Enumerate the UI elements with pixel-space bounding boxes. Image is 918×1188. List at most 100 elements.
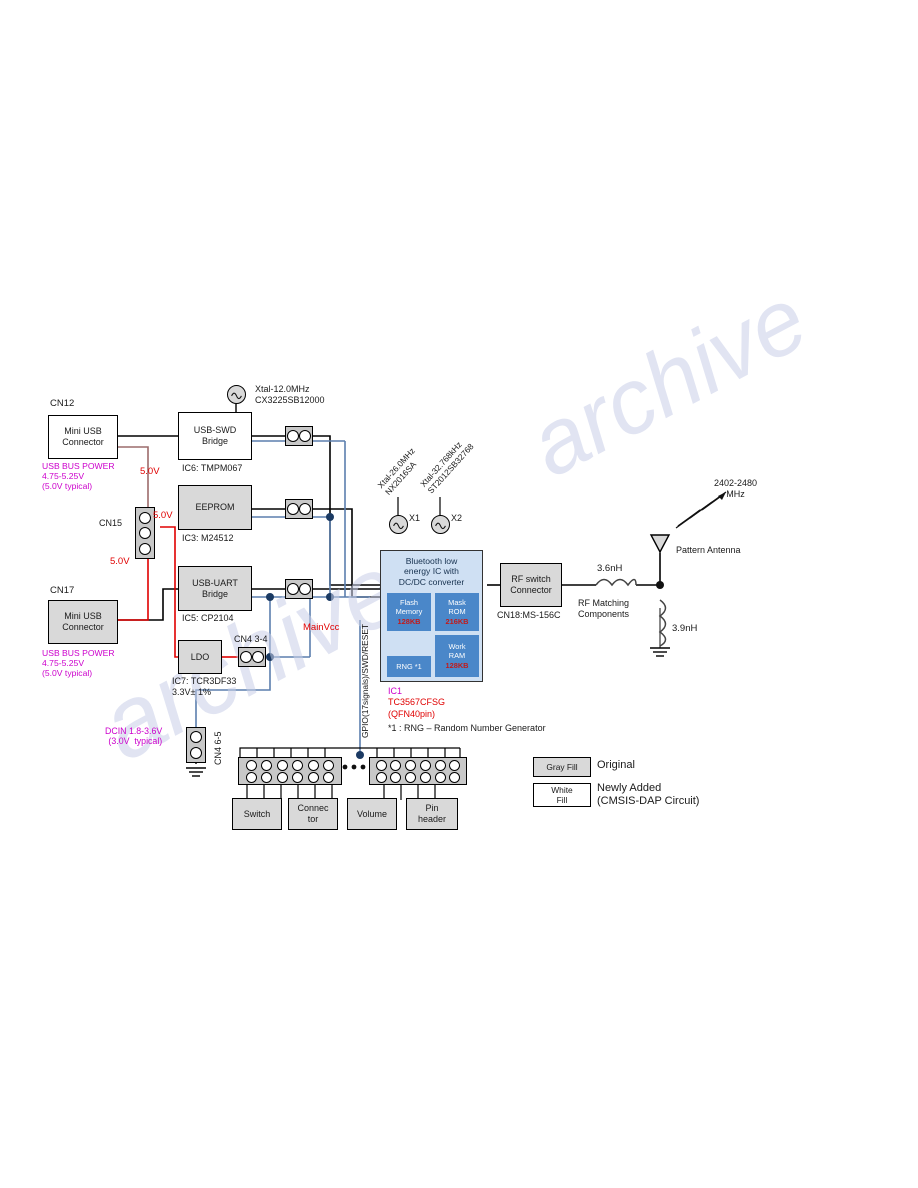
inductor-shunt-label: 3.9nH (672, 623, 698, 634)
array-pin[interactable] (434, 771, 446, 783)
array-pin[interactable] (307, 759, 319, 771)
jumper-pin[interactable] (239, 651, 252, 663)
rf-switch-connector-ref: CN18:MS-156C (497, 610, 561, 620)
array-pin[interactable] (449, 771, 461, 783)
array-pin[interactable] (261, 759, 273, 771)
pattern-antenna-label: Pattern Antenna (676, 545, 741, 555)
array-pin[interactable] (323, 759, 335, 771)
cn17-connector-box[interactable]: Mini USB Connector (48, 600, 118, 644)
array-pin[interactable] (323, 771, 335, 783)
usb-swd-bridge-box[interactable]: USB-SWD Bridge (178, 412, 252, 460)
jumper-cn4-3-4[interactable] (238, 647, 266, 667)
cn15-label: CN15 (99, 518, 123, 528)
cn4-6-5-label: CN4 6-5 (213, 731, 223, 765)
work-ram-name: Work RAM (448, 642, 466, 661)
rf-switch-connector-box[interactable]: RF switch Connector (500, 563, 562, 607)
array-pin[interactable] (276, 771, 288, 783)
flash-memory-name: Flash Memory (395, 598, 423, 617)
net-5v-a: 5.0V (140, 466, 160, 477)
net-5v-b: 5.0V (153, 510, 173, 521)
cn17-label: CN17 (50, 585, 75, 596)
jumper-cn15[interactable] (135, 507, 155, 559)
xtal-12mhz-label: Xtal-12.0MHz CX3225SB12000 (255, 384, 325, 405)
xtal-12mhz-symbol (227, 385, 246, 404)
array-pin[interactable] (434, 759, 446, 771)
jumper-pin[interactable] (299, 430, 312, 442)
jumper-swd[interactable] (285, 426, 313, 446)
cn17-power-note: USB BUS POWER 4.75-5.25V (5.0V typical) (42, 648, 115, 679)
xtal-x2-ref: X2 (451, 513, 463, 523)
legend-white-swatch: White Fill (533, 783, 591, 807)
peripheral-pin-header-box[interactable]: Pin header (406, 798, 458, 830)
peripheral-connector-box[interactable]: Connec tor (288, 798, 338, 830)
array-pin[interactable] (292, 759, 304, 771)
jumper-uart[interactable] (285, 579, 313, 599)
rng-footnote: *1 : RNG – Random Number Generator (388, 723, 546, 733)
array-pin[interactable] (390, 759, 402, 771)
cn12-label: CN12 (50, 398, 75, 409)
rng-name: RNG *1 (396, 661, 422, 671)
ic1-designator: IC1 (388, 686, 403, 696)
jumper-pin[interactable] (139, 542, 151, 555)
peripheral-switch-box[interactable]: Switch (232, 798, 282, 830)
ic1-part: TC3567CFSG (388, 697, 446, 707)
usb-uart-bridge-box[interactable]: USB-UART Bridge (178, 566, 252, 611)
array-pin[interactable] (261, 771, 273, 783)
net-gpio-label: GPIO(17signals)/SWD/RESET (360, 623, 370, 738)
cn12-power-note: USB BUS POWER 4.75-5.25V (5.0V typical) (42, 461, 115, 492)
xtal-x1-ref: X1 (409, 513, 421, 523)
jumper-pin[interactable] (286, 430, 299, 442)
array-pin[interactable] (375, 759, 387, 771)
usb-swd-bridge-ref: IC6: TMPM067 (182, 463, 243, 473)
rng-block: RNG *1 (386, 655, 432, 678)
flash-memory-size: 128KB (397, 616, 421, 626)
usb-uart-bridge-ref: IC5: CP2104 (182, 613, 234, 623)
jumper-pin[interactable] (139, 511, 151, 524)
ldo-ref: IC7: TCR3DF33 3.3V± 1% (172, 676, 237, 697)
array-pin[interactable] (276, 759, 288, 771)
array-pin[interactable] (419, 759, 431, 771)
jumper-pin[interactable] (139, 527, 151, 539)
array-pin[interactable] (375, 771, 387, 783)
cn12-connector-box[interactable]: Mini USB Connector (48, 415, 118, 459)
array-pin[interactable] (390, 771, 402, 783)
mask-rom-name: Mask ROM (448, 598, 466, 617)
work-ram-size: 128KB (445, 660, 469, 670)
eeprom-ref: IC3: M24512 (182, 533, 234, 543)
mask-rom-block: Mask ROM 216KB (434, 592, 480, 632)
connector-array-left[interactable] (238, 757, 342, 785)
array-pin[interactable] (245, 759, 257, 771)
jumper-pin[interactable] (299, 583, 312, 595)
jumper-pin[interactable] (286, 583, 299, 595)
net-dcin: DCIN 1.8-3.6V (3.0V typical) (105, 726, 163, 747)
mask-rom-size: 216KB (445, 616, 469, 626)
eeprom-box[interactable]: EEPROM (178, 485, 252, 530)
rf-matching-label: RF Matching Components (578, 598, 630, 619)
jumper-eeprom[interactable] (285, 499, 313, 519)
array-pin[interactable] (405, 759, 417, 771)
legend-gray-swatch: Gray Fill (533, 757, 591, 777)
peripheral-volume-box[interactable]: Volume (347, 798, 397, 830)
array-pin[interactable] (292, 771, 304, 783)
jumper-pin[interactable] (190, 746, 202, 759)
xtal-x1-symbol (389, 515, 408, 534)
array-pin[interactable] (245, 771, 257, 783)
legend-gray-text: Original (597, 759, 635, 771)
array-pin[interactable] (405, 771, 417, 783)
frequency-band-label: 2402-2480 MHz (714, 478, 758, 499)
net-mainvcc: MainVcc (303, 622, 340, 633)
jumper-cn4-6-5[interactable] (186, 727, 206, 763)
inductor-series-label: 3.6nH (597, 563, 623, 574)
ic1-package: (QFN40pin) (388, 709, 436, 719)
ldo-box[interactable]: LDO (178, 640, 222, 674)
jumper-pin[interactable] (299, 503, 312, 515)
jumper-pin[interactable] (190, 731, 202, 744)
jumper-pin[interactable] (252, 651, 265, 663)
jumper-pin[interactable] (286, 503, 299, 515)
array-pin[interactable] (307, 771, 319, 783)
array-pin[interactable] (449, 759, 461, 771)
array-pin[interactable] (419, 771, 431, 783)
flash-memory-block: Flash Memory 128KB (386, 592, 432, 632)
connector-array-right[interactable] (369, 757, 467, 785)
net-5v-c: 5.0V (110, 556, 130, 567)
